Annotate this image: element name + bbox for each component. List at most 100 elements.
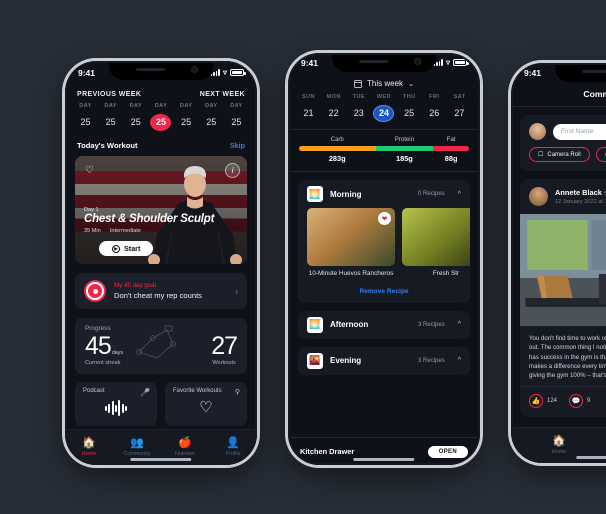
favorite-workouts-tile[interactable]: Favorite Workouts ⚲ ♡ xyxy=(165,382,247,426)
day-chip[interactable]: DAY 25 xyxy=(226,103,247,131)
chevron-up-icon[interactable]: ^ xyxy=(458,321,461,328)
calendar-strip: SUN 21 MON 22 TUE 23 WED 24 THU 25 FRI 26 SAT 2… xyxy=(288,92,480,129)
camera-button[interactable]: ◉ xyxy=(595,147,606,162)
day-chip[interactable]: DAY 25 xyxy=(201,103,222,131)
calendar-day-selected[interactable]: WED 24 xyxy=(373,94,395,122)
next-week-button[interactable]: NEXT WEEK xyxy=(200,91,245,98)
day-number: 25 xyxy=(150,114,172,131)
home-icon: 🏠 xyxy=(552,435,566,447)
progress-card: Progress 45days Current streak 27 Workou… xyxy=(75,318,247,374)
workout-duration: 35 Min xyxy=(84,228,101,234)
chevron-up-icon[interactable]: ^ xyxy=(458,357,461,364)
calendar-day[interactable]: SUN 21 xyxy=(298,94,319,122)
meal-header[interactable]: 🌅 Morning 0 Recipes ^ xyxy=(298,180,470,208)
microphone-icon: 🎤 xyxy=(140,388,150,397)
comment-count: 9 xyxy=(587,398,591,405)
target-icon xyxy=(84,280,106,302)
play-icon: ▶ xyxy=(112,244,120,253)
calendar-day-number: 21 xyxy=(303,108,314,118)
home-icon: 🏠 xyxy=(82,437,96,449)
macro-bar-carb xyxy=(299,146,376,151)
day-number: 25 xyxy=(181,117,192,127)
calendar-day-number: 25 xyxy=(404,108,415,118)
like-action[interactable]: 👍 124 xyxy=(529,394,557,409)
week-picker[interactable]: This week ⌄ xyxy=(288,72,480,92)
avatar xyxy=(529,123,546,140)
recipe-image: ❤ xyxy=(307,208,395,266)
quick-tiles: Podcast 🎤 Favorite Workouts ⚲ ♡ xyxy=(75,382,247,426)
meal-header[interactable]: 🌇 Evening 3 Recipes ^ xyxy=(298,347,470,375)
macro-value: 185g xyxy=(395,154,413,163)
tab-profile[interactable]: 👤 Profile xyxy=(209,430,257,465)
day-chip[interactable]: DAY 25 xyxy=(125,103,146,131)
start-button[interactable]: ▶ Start xyxy=(99,241,154,256)
sunset-icon: 🌇 xyxy=(307,352,323,369)
goal-caption: My 45 day goal xyxy=(114,282,156,289)
calendar-day[interactable]: FRI 26 xyxy=(424,94,445,122)
chevron-right-icon: › xyxy=(235,286,238,296)
post-image xyxy=(520,214,606,326)
calendar-day[interactable]: THU 25 xyxy=(399,94,420,122)
heart-icon[interactable]: ❤ xyxy=(378,212,391,225)
person-icon: 👤 xyxy=(226,437,240,449)
heart-icon: ♡ xyxy=(199,399,213,416)
sun-icon: 🌅 xyxy=(307,316,323,333)
open-button[interactable]: OPEN xyxy=(427,445,468,458)
calendar-day-label: SUN xyxy=(301,94,315,100)
home-indicator xyxy=(353,458,415,461)
recipe-name: Fresh Str xyxy=(432,270,460,277)
recipe-card[interactable]: Fresh Str xyxy=(402,208,470,278)
workout-card[interactable]: ♡ i Day 1 Chest & Shoulder Sculpt 35 Min… xyxy=(75,156,247,264)
macro-bar-fat xyxy=(433,146,469,151)
photo-icon: ☐ xyxy=(538,152,544,158)
wifi-icon: ▿ xyxy=(222,68,227,77)
week-picker-label: This week xyxy=(367,79,404,88)
meal-name: Evening xyxy=(330,356,362,366)
status-time: 9:41 xyxy=(78,67,96,78)
meal-recipe-count: 3 Recipes xyxy=(418,357,445,364)
day-chip-selected[interactable]: DAY 25 xyxy=(150,103,172,131)
signal-icon xyxy=(210,69,220,76)
calendar-day-number: 24 xyxy=(373,105,395,122)
tile-label: Favorite Workouts xyxy=(173,388,222,394)
goal-text: Don't cheat my rep counts xyxy=(114,291,202,300)
heart-icon[interactable]: ♡ xyxy=(82,163,97,178)
constellation-graphic xyxy=(136,325,176,359)
workouts-caption: Workouts xyxy=(212,360,236,366)
info-icon[interactable]: i xyxy=(225,163,240,178)
meal-name: Afternoon xyxy=(330,320,369,330)
battery-icon xyxy=(230,69,246,76)
calendar-day-label: WED xyxy=(376,94,392,100)
day-number: 25 xyxy=(80,117,91,127)
phone-community: 9:41 ▿ Community First Name xyxy=(508,60,606,466)
comment-action[interactable]: 💬 9 xyxy=(569,394,591,409)
status-time: 9:41 xyxy=(301,57,319,68)
remove-recipe-button[interactable]: Remove Recipe xyxy=(298,281,470,303)
day-chip[interactable]: DAY 25 xyxy=(176,103,197,131)
tab-label: Nutrition xyxy=(174,451,196,457)
meal-header[interactable]: 🌅 Afternoon 3 Recipes ^ xyxy=(298,311,470,339)
calendar-day[interactable]: TUE 23 xyxy=(348,94,369,122)
goal-card[interactable]: My 45 day goal Don't cheat my rep counts… xyxy=(75,273,247,309)
sunrise-icon: 🌅 xyxy=(307,186,323,202)
camera-roll-button[interactable]: ☐ Camera Roll xyxy=(529,147,590,162)
day-label: DAY xyxy=(154,103,168,109)
day-chip[interactable]: DAY 25 xyxy=(100,103,121,131)
first-name-input[interactable]: First Name xyxy=(553,123,606,140)
day-chip[interactable]: DAY 25 xyxy=(75,103,96,131)
chevron-up-icon[interactable]: ^ xyxy=(458,191,461,198)
workout-title: Chest & Shoulder Sculpt xyxy=(84,213,215,225)
recipe-card[interactable]: ❤ 10-Minute Huevos Rancheros xyxy=(307,208,395,278)
tab-home[interactable]: 🏠 Home xyxy=(65,430,113,465)
previous-week-button[interactable]: PREVIOUS WEEK xyxy=(77,91,141,98)
post-author: Annete Black sha xyxy=(555,188,606,197)
post-timestamp: 12 January 2022 at 10:4 xyxy=(555,199,606,205)
calendar-day[interactable]: MON 22 xyxy=(323,94,344,122)
calendar-day[interactable]: SAT 27 xyxy=(449,94,470,122)
macro-label: Carb xyxy=(330,137,344,143)
skip-button[interactable]: Skip xyxy=(230,141,245,150)
podcast-tile[interactable]: Podcast 🎤 xyxy=(75,382,157,426)
macro-value: 88g xyxy=(444,154,458,163)
workouts-value: 27 xyxy=(211,332,238,360)
wifi-icon: ▿ xyxy=(445,58,450,67)
